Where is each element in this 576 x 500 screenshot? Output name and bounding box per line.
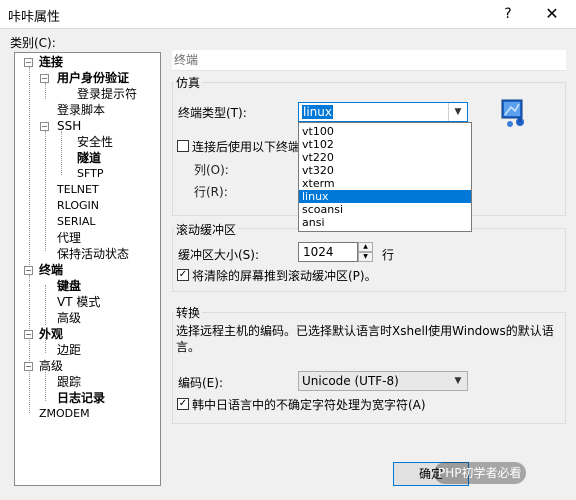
expander-terminal[interactable]: − — [24, 266, 33, 275]
terminal-type-value: linux — [302, 105, 333, 119]
terminal-type-label: 终端类型(T): — [178, 106, 247, 120]
spin-down-button[interactable]: ▼ — [358, 252, 373, 262]
tree-item-proxy[interactable]: 代理 — [57, 230, 81, 246]
panel-header: 终端 — [172, 50, 566, 71]
tree-item-user-auth[interactable]: 用户身份验证 — [57, 70, 129, 86]
watermark: PHP初学者必看 — [434, 462, 526, 484]
properties-window: 咔咔属性 ? ✕ 类别(C): − 连接 − 用户身份验证 登录提示符 登录脚本… — [0, 0, 576, 500]
tree-item-margins[interactable]: 边距 — [57, 342, 81, 358]
tree-item-connection[interactable]: 连接 — [39, 54, 63, 70]
after-connect-checkbox[interactable] — [177, 140, 189, 152]
tree-item-vt-mode[interactable]: VT 模式 — [57, 294, 100, 310]
rows-label: 行(R): — [194, 185, 228, 199]
dropdown-option-scoansi[interactable]: scoansi — [299, 203, 471, 216]
tree-item-keepalive[interactable]: 保持活动状态 — [57, 246, 129, 262]
dropdown-option-ansi[interactable]: ansi — [299, 216, 471, 229]
help-button[interactable]: ? — [486, 0, 530, 28]
buffer-size-input[interactable]: 1024 — [298, 242, 358, 262]
chevron-down-icon[interactable]: ▼ — [449, 372, 467, 390]
tree-item-login-script[interactable]: 登录脚本 — [57, 102, 105, 118]
encoding-label: 编码(E): — [178, 376, 223, 390]
tree-item-security[interactable]: 安全性 — [77, 134, 113, 150]
window-title: 咔咔属性 — [8, 10, 61, 25]
tree-item-login-prompt[interactable]: 登录提示符 — [77, 86, 137, 102]
translation-description: 选择远程主机的编码。已选择默认语言时Xshell使用Windows的默认语言。 — [176, 324, 554, 354]
chevron-down-icon[interactable]: ▼ — [448, 103, 467, 121]
close-button[interactable]: ✕ — [530, 0, 574, 28]
dropdown-option-vt220[interactable]: vt220 — [299, 151, 471, 164]
tree-item-terminal-advanced[interactable]: 高级 — [57, 310, 81, 326]
tree-item-keyboard[interactable]: 键盘 — [57, 278, 81, 294]
push-cleared-label: 将清除的屏幕推到滚动缓冲区(P)。 — [192, 269, 377, 283]
tree-item-serial[interactable]: SERIAL — [57, 214, 95, 230]
expander-appearance[interactable]: − — [24, 330, 33, 339]
emulation-group-title: 仿真 — [174, 74, 203, 91]
title-bar: 咔咔属性 ? ✕ — [0, 0, 576, 29]
encoding-combo[interactable]: Unicode (UTF-8) ▼ — [298, 371, 468, 391]
dropdown-option-linux[interactable]: linux — [299, 190, 471, 203]
network-terminal-icon — [501, 99, 524, 127]
expander-advanced[interactable]: − — [24, 362, 33, 371]
buffer-size-label: 缓冲区大小(S): — [178, 248, 260, 262]
dropdown-option-vt320[interactable]: vt320 — [299, 164, 471, 177]
dropdown-option-xterm[interactable]: xterm — [299, 177, 471, 190]
tree-item-appearance[interactable]: 外观 — [39, 326, 63, 342]
tree-item-rlogin[interactable]: RLOGIN — [57, 198, 99, 214]
tree-item-logging[interactable]: 日志记录 — [57, 390, 105, 406]
tree-item-zmodem[interactable]: ZMODEM — [39, 406, 90, 422]
category-tree[interactable]: − 连接 − 用户身份验证 登录提示符 登录脚本 − SSH 安全性 隧道 SF… — [14, 52, 161, 486]
tree-item-terminal[interactable]: 终端 — [39, 262, 63, 278]
dropdown-option-vt100[interactable]: vt100 — [299, 125, 471, 138]
buffer-size-unit: 行 — [382, 248, 395, 262]
tree-item-advanced[interactable]: 高级 — [39, 358, 63, 374]
terminal-type-combo[interactable]: linux ▼ — [298, 102, 468, 122]
cjk-wide-checkbox[interactable]: ✓ — [177, 398, 189, 410]
tree-item-sftp[interactable]: SFTP — [77, 166, 103, 182]
expander-connection[interactable]: − — [24, 58, 33, 67]
cols-label: 列(O): — [194, 163, 229, 177]
after-connect-label: 连接后使用以下终端 — [192, 140, 301, 154]
encoding-value: Unicode (UTF-8) — [302, 374, 399, 388]
terminal-type-dropdown[interactable]: vt100 vt102 vt220 vt320 xterm linux scoa… — [298, 122, 472, 232]
tree-item-tunneling[interactable]: 隧道 — [77, 150, 101, 166]
dropdown-option-vt102[interactable]: vt102 — [299, 138, 471, 151]
tree-item-trace[interactable]: 跟踪 — [57, 374, 81, 390]
translation-group-title: 转换 — [174, 304, 203, 321]
tree-item-telnet[interactable]: TELNET — [57, 182, 99, 198]
expander-ssh[interactable]: − — [40, 122, 49, 131]
category-label: 类别(C): — [10, 36, 56, 50]
tree-item-ssh[interactable]: SSH — [57, 118, 81, 134]
cjk-wide-label: 韩中日语言中的不确定字符处理为宽字符(A) — [192, 398, 426, 412]
spin-up-button[interactable]: ▲ — [358, 242, 373, 252]
push-cleared-checkbox[interactable]: ✓ — [177, 269, 189, 281]
scrollback-group-title: 滚动缓冲区 — [174, 221, 239, 238]
expander-user-auth[interactable]: − — [40, 74, 49, 83]
